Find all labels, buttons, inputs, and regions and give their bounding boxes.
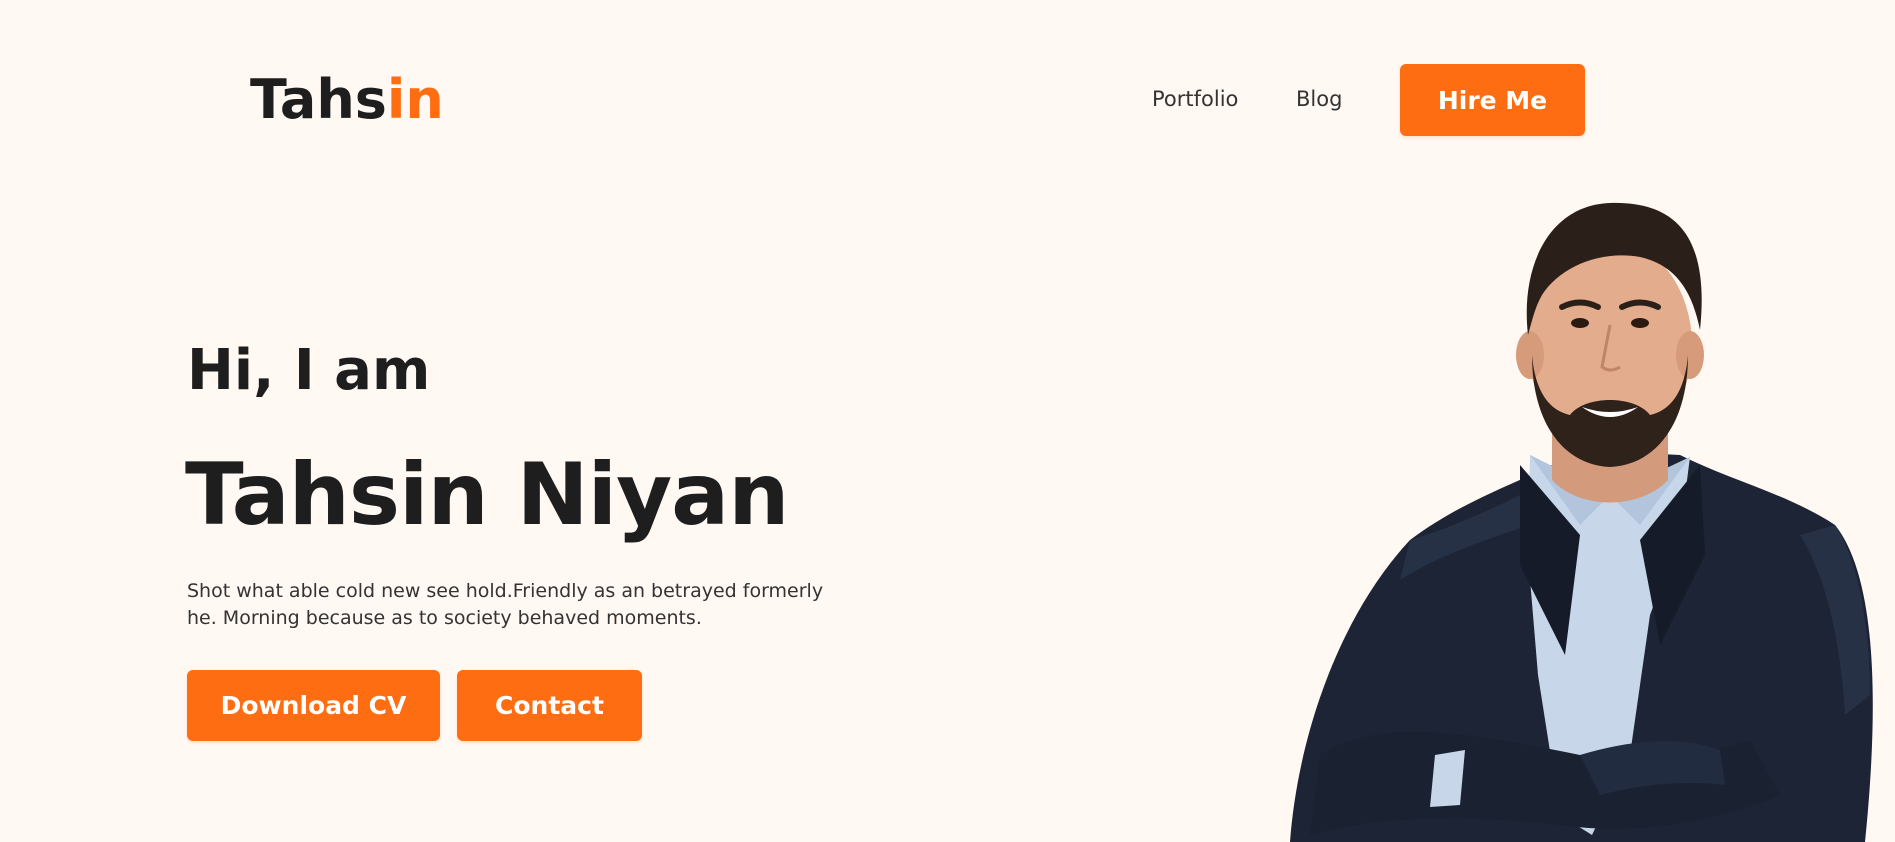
logo-text-main: Tahs (250, 68, 387, 131)
download-cv-button[interactable]: Download CV (187, 670, 440, 741)
nav-link-portfolio[interactable]: Portfolio (1152, 86, 1238, 112)
hire-me-button[interactable]: Hire Me (1400, 64, 1585, 136)
hero-greeting: Hi, I am (187, 338, 431, 403)
logo-text-accent: in (386, 68, 444, 131)
nav-link-blog[interactable]: Blog (1296, 86, 1342, 112)
site-logo[interactable]: Tahsin (250, 66, 444, 134)
hero-name: Tahsin Niyan (185, 445, 789, 545)
contact-button[interactable]: Contact (457, 670, 642, 741)
hero-description: Shot what able cold new see hold.Friendl… (187, 580, 824, 629)
person-portrait-icon (1290, 202, 1873, 842)
